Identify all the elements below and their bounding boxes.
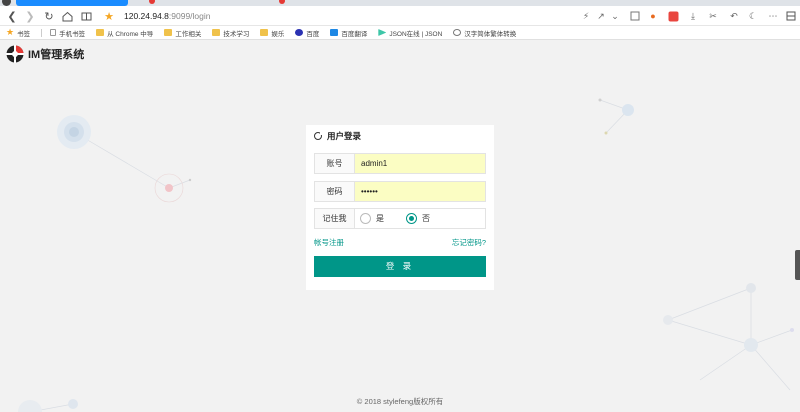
extension-icon[interactable] bbox=[628, 8, 642, 24]
download-icon[interactable]: ⤓ bbox=[686, 8, 700, 24]
json-icon bbox=[378, 29, 387, 36]
bookmark-item[interactable]: 工作相关 bbox=[164, 28, 201, 38]
bookmark-label: 百度翻译 bbox=[341, 30, 368, 38]
bookmark-label: 汉字简体繁体转换 bbox=[464, 30, 517, 38]
file-icon bbox=[50, 29, 57, 36]
tab-favicon-icon bbox=[279, 0, 285, 4]
bookmark-item[interactable]: ★ 书签 bbox=[6, 27, 30, 38]
bookmark-label: 百度 bbox=[306, 30, 320, 38]
star-icon: ★ bbox=[6, 27, 15, 37]
app-logo-icon bbox=[6, 45, 24, 63]
tab-favicon-icon bbox=[149, 0, 155, 4]
bookmark-item[interactable]: 百度 bbox=[295, 28, 319, 38]
folder-icon bbox=[260, 29, 269, 36]
bookmark-item[interactable]: 技术学习 bbox=[212, 28, 249, 38]
bookmark-item[interactable]: 从 Chrome 中导 bbox=[96, 28, 153, 38]
bookmark-label: 书签 bbox=[17, 30, 31, 38]
translate-icon bbox=[330, 29, 339, 36]
account-label: 账号 bbox=[315, 154, 355, 173]
folder-icon bbox=[96, 29, 105, 36]
bookmark-item[interactable]: 百度翻译 bbox=[330, 28, 367, 38]
baidu-icon bbox=[295, 29, 304, 36]
back-icon[interactable]: ❮ bbox=[4, 8, 20, 24]
folder-icon bbox=[164, 29, 173, 36]
cut-icon[interactable]: ✂ bbox=[704, 8, 722, 24]
footer-copyright: © 2018 stylefeng版权所有 bbox=[356, 397, 444, 406]
home-icon[interactable] bbox=[59, 8, 75, 24]
address-bar[interactable]: ★ 120.24.94.8:9099/login bbox=[100, 8, 625, 24]
night-mode-icon[interactable]: ☾ bbox=[746, 8, 760, 24]
login-title-text: 用户登录 bbox=[327, 131, 362, 141]
remember-no-label: 否 bbox=[422, 214, 430, 223]
undo-icon[interactable]: ↶ bbox=[725, 8, 743, 24]
separator bbox=[41, 28, 43, 37]
browser-toolbar: ❮ ❯ ↻ ★ 120.24.94.8:9099/login ⚡ ↗ ⌄ ● ⤓… bbox=[0, 6, 800, 26]
reload-icon[interactable]: ↻ bbox=[41, 8, 57, 24]
password-input[interactable]: •••••• bbox=[355, 182, 485, 201]
remember-radio-group: 是 否 bbox=[355, 209, 485, 228]
app-title: IM管理系统 bbox=[28, 49, 85, 61]
login-title: 用户登录 bbox=[314, 130, 361, 142]
bookmark-item[interactable]: JSON在线 | JSON bbox=[378, 28, 442, 38]
globe-icon bbox=[453, 29, 462, 36]
remember-row: 记住我 是 否 bbox=[314, 208, 486, 229]
bookmark-label: 技术学习 bbox=[223, 30, 250, 38]
login-card: 用户登录 账号 admin1 密码 •••••• 记住我 是 否 帐号注册 忘记… bbox=[306, 125, 494, 290]
reader-mode-icon[interactable] bbox=[78, 8, 94, 24]
account-input[interactable]: admin1 bbox=[355, 154, 485, 173]
register-link[interactable]: 帐号注册 bbox=[314, 237, 344, 248]
password-label: 密码 bbox=[315, 182, 355, 201]
bookmark-label: 娱乐 bbox=[271, 30, 285, 38]
bookmark-label: 工作相关 bbox=[175, 30, 202, 38]
game-icon[interactable]: ● bbox=[646, 8, 660, 24]
remember-no-radio[interactable]: 否 bbox=[406, 213, 430, 224]
bookmark-label: 手机书签 bbox=[59, 30, 86, 38]
bookmark-label: JSON在线 | JSON bbox=[389, 30, 443, 38]
bookmarks-bar: ★ 书签 手机书签 从 Chrome 中导 工作相关 技术学习 娱乐 百度 百度翻… bbox=[0, 26, 800, 40]
side-panel-handle[interactable] bbox=[795, 250, 800, 280]
page-content: IM管理系统 用户登录 账号 admin1 密码 •••••• 记住我 是 否 … bbox=[0, 40, 800, 412]
login-button[interactable]: 登 录 bbox=[314, 256, 486, 277]
password-row: 密码 •••••• bbox=[314, 181, 486, 202]
bookmark-item[interactable]: 娱乐 bbox=[260, 28, 284, 38]
radio-checked-icon bbox=[406, 213, 417, 224]
bookmark-item[interactable]: 手机书签 bbox=[50, 28, 85, 38]
bookmark-label: 从 Chrome 中导 bbox=[107, 30, 154, 38]
remember-label: 记住我 bbox=[315, 209, 355, 228]
app-brand: IM管理系统 bbox=[6, 45, 84, 63]
lightning-icon[interactable]: ⚡ bbox=[580, 8, 592, 24]
menu-icon[interactable]: ⋯ bbox=[766, 8, 780, 24]
radio-unchecked-icon bbox=[360, 213, 371, 224]
dropdown-icon[interactable]: ⌄ bbox=[610, 8, 620, 24]
url-path: :9099/login bbox=[168, 11, 211, 21]
url-host: 120.24.94.8 bbox=[124, 11, 169, 21]
bookmark-star-icon[interactable]: ★ bbox=[100, 10, 118, 23]
forgot-password-link[interactable]: 忘记密码? bbox=[452, 237, 486, 248]
folder-icon bbox=[212, 29, 221, 36]
cashback-icon[interactable] bbox=[666, 8, 680, 24]
remember-yes-radio[interactable]: 是 bbox=[360, 213, 384, 224]
power-icon bbox=[314, 132, 323, 140]
share-icon[interactable]: ↗ bbox=[595, 8, 607, 24]
account-row: 账号 admin1 bbox=[314, 153, 486, 174]
forward-icon[interactable]: ❯ bbox=[22, 8, 38, 24]
grid-icon[interactable] bbox=[784, 8, 798, 24]
remember-yes-label: 是 bbox=[376, 214, 384, 223]
bookmark-item[interactable]: 汉字简体繁体转换 bbox=[453, 28, 516, 38]
